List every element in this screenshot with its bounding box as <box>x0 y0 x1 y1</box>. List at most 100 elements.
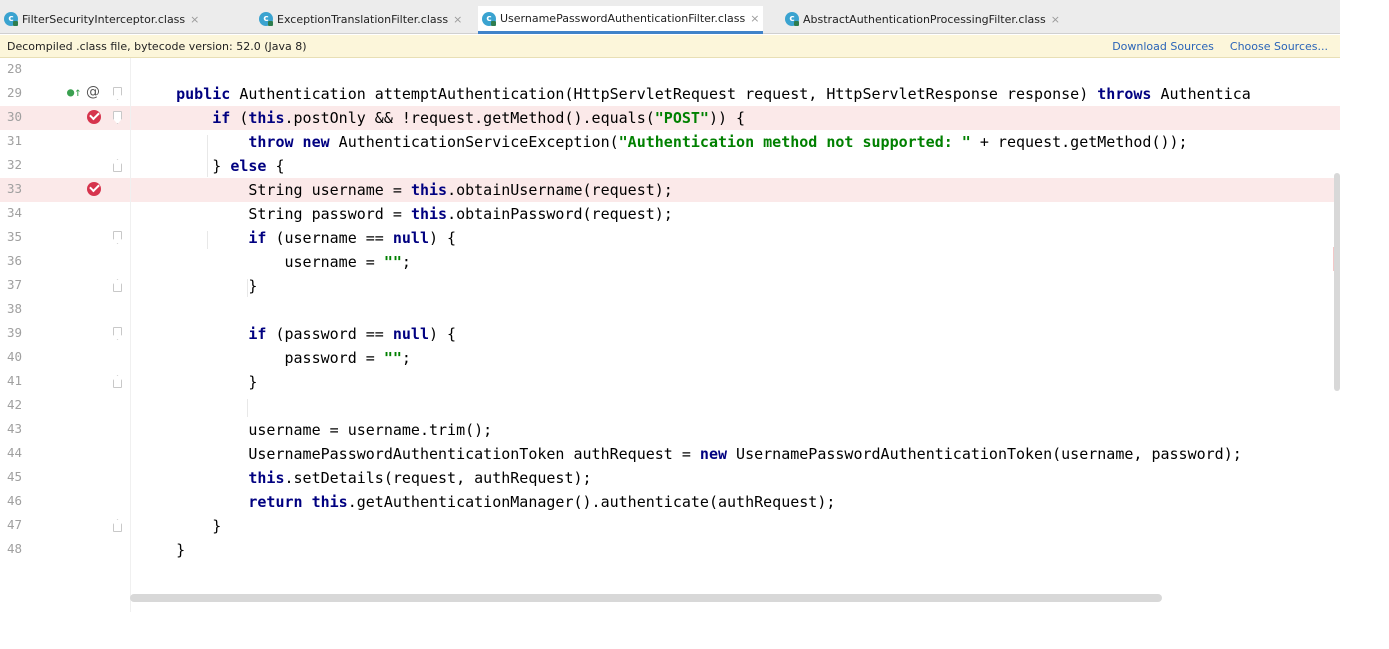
close-icon[interactable]: × <box>1051 13 1060 26</box>
gutter-line[interactable]: 34 <box>0 202 140 226</box>
fold-marker-icon[interactable] <box>113 375 122 388</box>
tab-username-password-authentication-filter[interactable]: c UsernamePasswordAuthenticationFilter.c… <box>478 6 764 34</box>
keyword-token: else <box>230 157 267 175</box>
download-sources-link[interactable]: Download Sources <box>1112 40 1214 53</box>
gutter-line[interactable]: 44 <box>0 442 140 466</box>
indent-guide <box>247 279 248 297</box>
line-number: 38 <box>7 301 23 316</box>
code-token: .postOnly && !request.getMethod().equals… <box>284 109 655 127</box>
fold-marker-icon[interactable] <box>113 519 122 532</box>
keyword-token: this <box>410 181 448 199</box>
gutter-line[interactable]: 42 <box>0 394 140 418</box>
choose-sources-link[interactable]: Choose Sources... <box>1230 40 1328 53</box>
overrides-method-icon[interactable]: ●↑ <box>67 85 81 99</box>
line-number: 44 <box>7 445 23 460</box>
gutter-line[interactable]: 45 <box>0 466 140 490</box>
tab-filter-security-interceptor[interactable]: c FilterSecurityInterceptor.class × <box>0 6 203 32</box>
code-line[interactable]: username = username.trim(); <box>140 418 1340 442</box>
fold-marker-icon[interactable] <box>113 111 122 124</box>
fold-marker-icon[interactable] <box>113 279 122 292</box>
close-icon[interactable]: × <box>190 13 199 26</box>
code-line[interactable]: public Authentication attemptAuthenticat… <box>140 82 1340 106</box>
code-line[interactable] <box>140 58 1340 82</box>
code-token: .getAuthenticationManager().authenticate… <box>347 493 836 511</box>
gutter-line[interactable]: 43 <box>0 418 140 442</box>
code-line[interactable]: username = ""; <box>140 250 1340 274</box>
gutter-line[interactable]: 29 ●↑ @ <box>0 82 140 106</box>
code-token: } <box>140 541 186 559</box>
line-number: 43 <box>7 421 23 436</box>
code-token: ) { <box>429 229 457 247</box>
gutter-line[interactable]: 46 <box>0 490 140 514</box>
horizontal-scrollbar[interactable] <box>130 594 1162 602</box>
code-token: username = <box>140 253 384 271</box>
close-icon[interactable]: × <box>750 12 759 25</box>
gutter-line[interactable]: 38 <box>0 298 140 322</box>
line-number: 30 <box>7 109 23 124</box>
gutter-line[interactable]: 35 <box>0 226 140 250</box>
gutter-line[interactable]: 41 <box>0 370 140 394</box>
code-line[interactable]: } else { <box>140 154 1340 178</box>
code-line[interactable]: String password = this.obtainPassword(re… <box>140 202 1340 226</box>
fold-marker-icon[interactable] <box>113 87 122 100</box>
code-line[interactable]: if (username == null) { <box>140 226 1340 250</box>
gutter-line[interactable]: 40 <box>0 346 140 370</box>
keyword-token: null <box>392 229 429 247</box>
code-line[interactable]: throw new AuthenticationServiceException… <box>140 130 1340 154</box>
code-line[interactable]: UsernamePasswordAuthenticationToken auth… <box>140 442 1340 466</box>
code-line[interactable]: } <box>140 274 1340 298</box>
gutter-line[interactable]: 31 <box>0 130 140 154</box>
fold-marker-icon[interactable] <box>113 159 122 172</box>
vertical-scrollbar[interactable] <box>1334 173 1340 391</box>
breakpoint-icon[interactable] <box>87 110 101 124</box>
class-file-icon: c <box>259 12 273 26</box>
code-token: + request.getMethod()); <box>970 133 1188 151</box>
code-token: (username == <box>266 229 393 247</box>
code-line[interactable]: } <box>140 538 1340 562</box>
gutter-line[interactable]: 39 <box>0 322 140 346</box>
code-line[interactable] <box>140 298 1340 322</box>
gutter-line[interactable]: 32 <box>0 154 140 178</box>
gutter-line[interactable]: 30 <box>0 106 140 130</box>
gutter-line[interactable]: 47 <box>0 514 140 538</box>
gutter-line[interactable]: 37 <box>0 274 140 298</box>
keyword-token: this <box>248 109 285 127</box>
code-editor[interactable]: 28 29 ●↑ @30 31 32 33 34 35 36 37 38 39 40 41 42 43 44 45 4… <box>0 58 1340 612</box>
line-number: 33 <box>7 181 23 196</box>
line-number: 35 <box>7 229 23 244</box>
code-line[interactable]: } <box>140 370 1340 394</box>
close-icon[interactable]: × <box>453 13 462 26</box>
code-line[interactable]: return this.getAuthenticationManager().a… <box>140 490 1340 514</box>
tab-label: UsernamePasswordAuthenticationFilter.cla… <box>500 12 746 25</box>
class-file-icon: c <box>482 11 496 26</box>
annotation-icon[interactable]: @ <box>86 84 100 100</box>
code-token: ; <box>401 349 411 367</box>
code-line[interactable]: this.setDetails(request, authRequest); <box>140 466 1340 490</box>
fold-marker-icon[interactable] <box>113 231 122 244</box>
code-line[interactable]: if (password == null) { <box>140 322 1340 346</box>
code-token: (password == <box>266 325 393 343</box>
gutter-line[interactable]: 48 <box>0 538 140 562</box>
fold-marker-icon[interactable] <box>113 327 122 340</box>
code-line[interactable]: if (this.postOnly && !request.getMethod(… <box>140 106 1340 130</box>
tab-exception-translation-filter[interactable]: c ExceptionTranslationFilter.class × <box>255 6 466 32</box>
breakpoint-icon[interactable] <box>87 182 101 196</box>
code-token: password = <box>140 349 384 367</box>
code-line[interactable]: password = ""; <box>140 346 1340 370</box>
code-token: String username = <box>140 181 411 199</box>
tab-abstract-authentication-processing-filter[interactable]: c AbstractAuthenticationProcessingFilter… <box>781 6 1064 32</box>
code-token: AuthenticationServiceException( <box>329 133 619 151</box>
code-line[interactable] <box>140 394 1340 418</box>
gutter-line[interactable]: 28 <box>0 58 140 82</box>
gutter-line[interactable]: 36 <box>0 250 140 274</box>
code-line[interactable]: String username = this.obtainUsername(re… <box>140 178 1340 202</box>
code-area[interactable]: public Authentication attemptAuthenticat… <box>140 58 1340 612</box>
gutter-line[interactable]: 33 <box>0 178 140 202</box>
line-number: 36 <box>7 253 23 268</box>
code-line[interactable]: } <box>140 514 1340 538</box>
code-token: .obtainPassword(request); <box>447 205 673 223</box>
line-number: 39 <box>7 325 23 340</box>
